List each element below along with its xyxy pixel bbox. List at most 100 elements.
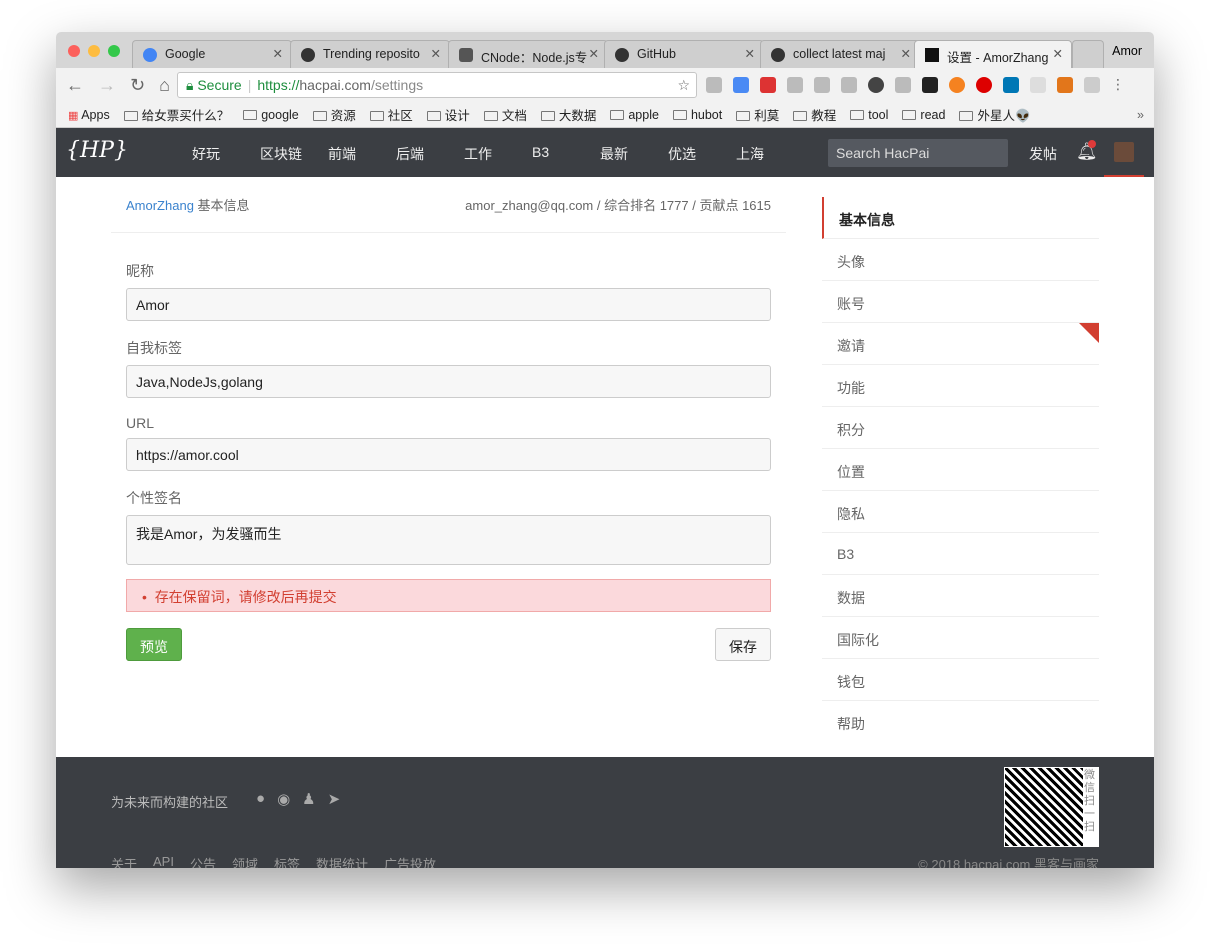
forward-icon[interactable]: → (98, 75, 116, 96)
close-icon[interactable]: ✕ (745, 46, 755, 61)
sidebar-item-location[interactable]: 位置 (822, 449, 1099, 491)
footer-link[interactable]: API (153, 854, 174, 868)
sidebar-item-account[interactable]: 账号 (822, 281, 1099, 323)
post-button[interactable]: 发帖 (1029, 144, 1057, 164)
bookmark-folder[interactable]: 文档 (483, 105, 527, 124)
footer-link[interactable]: 数据统计 (316, 854, 368, 868)
profile-name[interactable]: Amor (1112, 44, 1142, 58)
translate-icon[interactable] (733, 77, 749, 93)
footer-link[interactable]: 公告 (190, 854, 216, 868)
nav-item[interactable]: 最新 (600, 144, 668, 164)
tab-google[interactable]: Google ✕ (132, 40, 292, 68)
extension-icon[interactable] (706, 77, 722, 93)
bookmark-folder[interactable]: tool (850, 108, 888, 122)
sidebar-item-basic[interactable]: 基本信息 (822, 197, 1099, 239)
qq-icon[interactable]: ♟ (302, 790, 315, 808)
close-icon[interactable]: ✕ (273, 46, 283, 61)
footer-link[interactable]: 标签 (274, 854, 300, 868)
nav-item[interactable]: 好玩 (192, 144, 260, 164)
weibo-icon[interactable]: ◉ (277, 790, 290, 808)
sidebar-item-i18n[interactable]: 国际化 (822, 617, 1099, 659)
metamask-icon[interactable] (1057, 77, 1073, 93)
sidebar-item-b3[interactable]: B3 (822, 533, 1099, 575)
address-bar[interactable]: 🔒︎ Secure | https://hacpai.com/settings ☆ (177, 72, 697, 98)
bookmark-apps[interactable]: ▦ Apps (68, 108, 110, 122)
telegram-icon[interactable]: ➤ (328, 790, 341, 808)
bookmark-folder[interactable]: 社区 (369, 105, 413, 124)
bookmark-folder[interactable]: 教程 (793, 105, 836, 124)
save-button[interactable]: 保存 (715, 628, 771, 661)
sidebar-item-privacy[interactable]: 隐私 (822, 491, 1099, 533)
minimize-window-button[interactable] (88, 45, 100, 57)
nav-item[interactable]: 优选 (668, 144, 736, 164)
url-input[interactable]: https://amor.cool (126, 438, 771, 471)
avatar[interactable] (1104, 128, 1144, 177)
extension-icon[interactable] (787, 77, 803, 93)
bookmark-folder[interactable]: hubot (672, 108, 722, 122)
extension-icon[interactable] (1084, 77, 1100, 93)
search-input[interactable]: Search HacPai (828, 139, 1008, 167)
bookmark-folder[interactable]: 资源 (312, 105, 356, 124)
reload-icon[interactable]: ↻ (130, 75, 145, 96)
menu-icon[interactable]: ⋮ (1111, 77, 1127, 93)
extension-icon[interactable] (868, 77, 884, 93)
bookmark-folder[interactable]: 给女票买什么？ (123, 105, 230, 124)
zoom-window-button[interactable] (108, 45, 120, 57)
sidebar-item-points[interactable]: 积分 (822, 407, 1099, 449)
extension-icon[interactable] (949, 77, 965, 93)
nav-item[interactable]: 前端 (328, 144, 396, 164)
bookmark-folder[interactable]: 外星人👽 (959, 105, 1031, 124)
linkedin-icon[interactable] (1003, 77, 1019, 93)
nav-item[interactable]: B3 (532, 144, 600, 164)
tags-input[interactable]: Java,NodeJs,golang (126, 365, 771, 398)
signature-textarea[interactable]: 我是Amor，为发骚而生 (126, 515, 771, 565)
extension-icon[interactable] (814, 77, 830, 93)
extension-icon[interactable] (1030, 77, 1046, 93)
bookmark-folder[interactable]: 大数据 (540, 105, 596, 124)
close-icon[interactable]: ✕ (589, 46, 599, 61)
sidebar-item-features[interactable]: 功能 (822, 365, 1099, 407)
more-bookmarks-button[interactable]: » (1137, 108, 1144, 122)
extension-icon[interactable] (760, 77, 776, 93)
bookmark-folder[interactable]: 设计 (426, 105, 470, 124)
sidebar-item-avatar[interactable]: 头像 (822, 239, 1099, 281)
site-logo[interactable]: {HP} (66, 138, 128, 163)
sidebar-item-invite[interactable]: 邀请 (822, 323, 1099, 365)
close-icon[interactable]: ✕ (1053, 46, 1063, 61)
back-icon[interactable]: ← (66, 75, 84, 96)
tab-collect[interactable]: collect latest maj ✕ (760, 40, 920, 68)
close-icon[interactable]: ✕ (901, 46, 911, 61)
extension-icon[interactable] (895, 77, 911, 93)
tab-github[interactable]: GitHub ✕ (604, 40, 764, 68)
nav-item[interactable]: 区块链 (260, 144, 328, 164)
user-link[interactable]: AmorZhang (126, 198, 194, 213)
bookmark-label: 给女票买什么？ (141, 109, 230, 123)
tab-cnode[interactable]: CNode：Node.js专 ✕ (448, 40, 608, 68)
new-tab-button[interactable] (1072, 40, 1104, 68)
sidebar-item-wallet[interactable]: 钱包 (822, 659, 1099, 701)
preview-button[interactable]: 预览 (126, 628, 182, 661)
bookmark-folder[interactable]: read (902, 108, 945, 122)
adblock-icon[interactable] (976, 77, 992, 93)
sidebar-item-help[interactable]: 帮助 (822, 701, 1099, 743)
github-icon[interactable]: ● (256, 790, 265, 808)
close-window-button[interactable] (68, 45, 80, 57)
extension-icon[interactable] (922, 77, 938, 93)
tab-trending[interactable]: Trending reposito ✕ (290, 40, 450, 68)
sidebar-item-data[interactable]: 数据 (822, 575, 1099, 617)
nickname-input[interactable]: Amor (126, 288, 771, 321)
bookmark-folder[interactable]: google (243, 108, 299, 122)
footer-link[interactable]: 关于 (111, 854, 137, 868)
nav-item[interactable]: 工作 (464, 144, 532, 164)
nav-item[interactable]: 后端 (396, 144, 464, 164)
tab-settings[interactable]: 设置 - AmorZhang ✕ (914, 40, 1072, 68)
bookmark-folder[interactable]: 利莫 (736, 105, 779, 124)
star-icon[interactable]: ☆ (677, 77, 690, 94)
footer-link[interactable]: 广告投放 (384, 854, 436, 868)
extension-icon[interactable] (841, 77, 857, 93)
bookmark-folder[interactable]: apple (610, 108, 659, 122)
close-icon[interactable]: ✕ (431, 46, 441, 61)
home-icon[interactable]: ⌂ (159, 75, 170, 96)
footer-link[interactable]: 领域 (232, 854, 258, 868)
nav-item[interactable]: 上海 (736, 144, 804, 164)
